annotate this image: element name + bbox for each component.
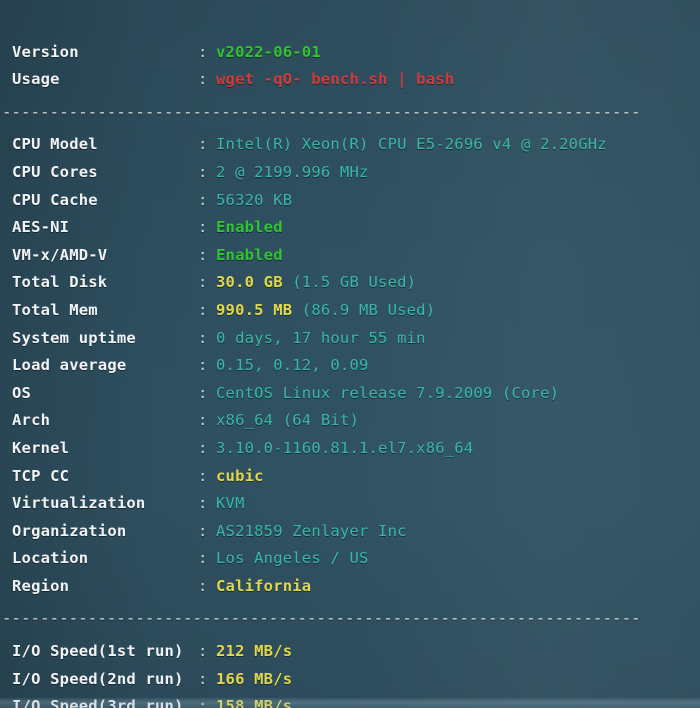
system-info-value: Enabled xyxy=(216,245,283,264)
system-info-row: Location: Los Angeles / US xyxy=(0,545,700,573)
system-info-colon: : xyxy=(198,494,208,513)
system-info-label: Arch xyxy=(12,411,51,430)
system-info-row: VM-x/AMD-V: Enabled xyxy=(0,242,700,270)
script-meta-row: Version: v2022-06-01 xyxy=(0,39,700,67)
system-info-label: Kernel xyxy=(12,438,70,457)
system-info-label: CPU Cache xyxy=(12,190,98,209)
system-info-label: AES-NI xyxy=(12,218,70,237)
system-info-value: x86_64 (64 Bit) xyxy=(216,411,359,430)
system-info-colon: : xyxy=(198,411,208,430)
io-speed-label: I/O Speed(2nd run) xyxy=(12,669,184,688)
system-info-colon: : xyxy=(198,383,208,402)
system-info-colon: : xyxy=(198,218,208,237)
system-info-value-detail: (1.5 GB Used) xyxy=(282,273,417,292)
meta-rows-group: Version: v2022-06-01 Usage: wget -qO- bench… xyxy=(0,39,700,94)
system-info-label: Load average xyxy=(12,356,127,375)
system-info-label: Region xyxy=(12,576,70,595)
io-speed-row: I/O Speed(3rd run):158 MB/s xyxy=(0,693,700,708)
system-info-colon: : xyxy=(198,356,208,375)
system-info-row: OS: CentOS Linux release 7.9.2009 (Core) xyxy=(0,380,700,408)
io-speed-label: I/O Speed(3rd run) xyxy=(12,697,184,708)
system-info-row: CPU Cache:56320 KB xyxy=(0,187,700,215)
system-info-value: CentOS Linux release 7.9.2009 (Core) xyxy=(216,383,560,402)
script-meta-colon: : xyxy=(198,42,208,61)
io-speed-value: 212 MB/s xyxy=(216,642,293,661)
system-info-value: KVM xyxy=(216,494,245,513)
system-info-value: 56320 KB xyxy=(216,190,293,209)
system-info-label: Total Disk xyxy=(12,273,108,292)
terminal-screen: ------------------ A Bench.sh Script By … xyxy=(0,0,700,708)
script-meta-value: v2022-06-01 xyxy=(216,42,321,61)
system-info-row: AES-NI: Enabled xyxy=(0,214,700,242)
system-info-value: 2 @ 2199.996 MHz xyxy=(216,162,369,181)
system-info-value: Intel(R) Xeon(R) CPU E5-2696 v4 @ 2.20GH… xyxy=(216,135,607,154)
system-info-colon: : xyxy=(198,466,208,485)
system-info-value: 0.15, 0.12, 0.09 xyxy=(216,356,369,375)
script-meta-label: Version xyxy=(12,42,79,61)
system-info-colon: : xyxy=(198,300,208,319)
system-info-row: Total Mem:990.5 MB (86.9 MB Used) xyxy=(0,297,700,325)
system-info-row: CPU Model: Intel(R) Xeon(R) CPU E5-2696 v… xyxy=(0,131,700,159)
system-info-row: Virtualization: KVM xyxy=(0,490,700,518)
system-info-label: Total Mem xyxy=(12,300,98,319)
system-info-label: System uptime xyxy=(12,328,136,347)
system-info-group: CPU Model: Intel(R) Xeon(R) CPU E5-2696 v… xyxy=(0,131,700,600)
io-speed-row: I/O Speed(1st run):212 MB/s xyxy=(0,638,700,666)
io-speed-value: 158 MB/s xyxy=(216,697,293,708)
bench-header: ------------------ A Bench.sh Script By … xyxy=(0,6,700,34)
system-info-label: CPU Cores xyxy=(12,162,98,181)
system-info-label: OS xyxy=(12,383,32,402)
system-info-value: California xyxy=(216,576,312,595)
system-info-row: Kernel:3.10.0-1160.81.1.el7.x86_64 xyxy=(0,435,700,463)
system-info-colon: : xyxy=(198,576,208,595)
system-info-label: Virtualization xyxy=(12,494,146,513)
system-info-value: cubic xyxy=(216,466,264,485)
system-info-colon: : xyxy=(198,438,208,457)
system-info-colon: : xyxy=(198,273,208,292)
io-speed-colon: : xyxy=(198,669,208,688)
script-meta-row: Usage: wget -qO- bench.sh | bash xyxy=(0,66,700,94)
io-speed-row: I/O Speed(2nd run):166 MB/s xyxy=(0,666,700,694)
script-meta-colon: : xyxy=(198,70,208,89)
io-speed-colon: : xyxy=(198,697,208,708)
script-meta-value: wget -qO- bench.sh | bash xyxy=(216,70,455,89)
system-info-colon: : xyxy=(198,549,208,568)
system-info-value: 30.0 GB xyxy=(216,273,283,292)
system-info-value: 0 days, 17 hour 55 min xyxy=(216,328,426,347)
system-info-value: AS21859 Zenlayer Inc xyxy=(216,521,407,540)
system-info-value-detail: (86.9 MB Used) xyxy=(292,300,436,319)
system-info-colon: : xyxy=(198,245,208,264)
system-info-colon: : xyxy=(198,135,208,154)
system-info-row: Arch: x86_64 (64 Bit) xyxy=(0,407,700,435)
system-info-value: Enabled xyxy=(216,218,283,237)
system-info-colon: : xyxy=(198,328,208,347)
separator-top: ----------------------------------------… xyxy=(2,102,641,121)
system-info-row: TCP CC: cubic xyxy=(0,463,700,491)
system-info-row: Organization: AS21859 Zenlayer Inc xyxy=(0,518,700,546)
system-info-value: Los Angeles / US xyxy=(216,549,369,568)
system-info-row: System uptime:0 days, 17 hour 55 min xyxy=(0,325,700,353)
terminal-window: ------------------ A Bench.sh Script By … xyxy=(0,0,700,708)
system-info-label: Location xyxy=(12,549,89,568)
system-info-label: CPU Model xyxy=(12,135,98,154)
system-info-colon: : xyxy=(198,521,208,540)
system-info-row: Load average:0.15, 0.12, 0.09 xyxy=(0,352,700,380)
system-info-value: 3.10.0-1160.81.1.el7.x86_64 xyxy=(216,438,474,457)
io-speed-colon: : xyxy=(198,642,208,661)
io-speed-value: 166 MB/s xyxy=(216,669,293,688)
system-info-value: 990.5 MB xyxy=(216,300,293,319)
system-info-row: Region: California xyxy=(0,573,700,601)
system-info-colon: : xyxy=(198,162,208,181)
separator-bottom: ----------------------------------------… xyxy=(2,609,641,628)
io-speed-group: I/O Speed(1st run):212 MB/s I/O Speed(2nd… xyxy=(0,638,700,708)
system-info-label: TCP CC xyxy=(12,466,70,485)
system-info-colon: : xyxy=(198,190,208,209)
system-info-label: Organization xyxy=(12,521,127,540)
system-info-label: VM-x/AMD-V xyxy=(12,245,108,264)
system-info-row: CPU Cores:2 @ 2199.996 MHz xyxy=(0,159,700,187)
io-speed-label: I/O Speed(1st run) xyxy=(12,642,184,661)
system-info-row: Total Disk:30.0 GB (1.5 GB Used) xyxy=(0,269,700,297)
script-meta-label: Usage xyxy=(12,70,60,89)
